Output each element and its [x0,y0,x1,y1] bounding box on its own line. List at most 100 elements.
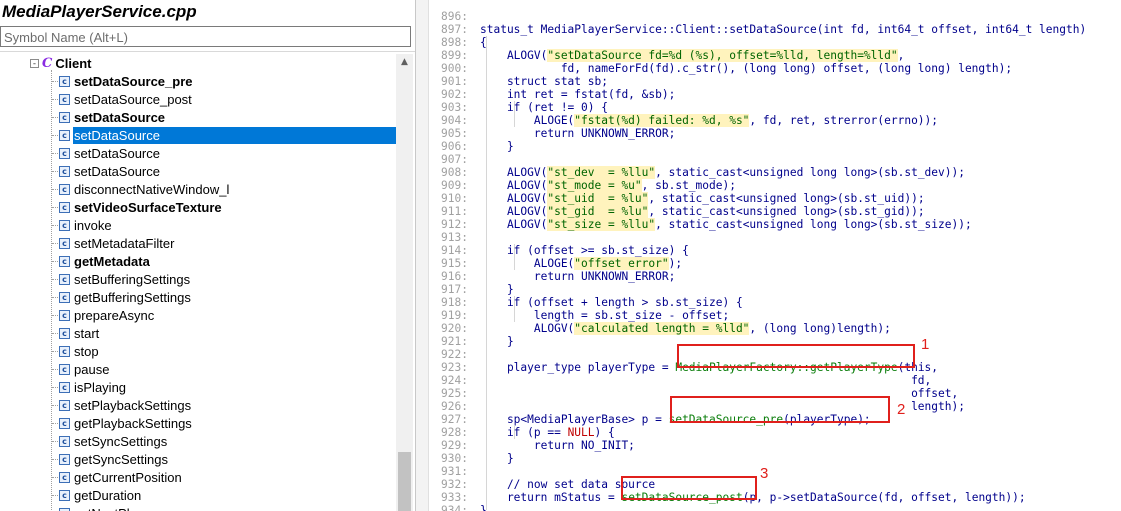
tree-item[interactable]: c invoke [52,216,396,234]
line-number: 897: [441,23,468,36]
highlight-box [670,396,890,423]
tree-item-label: setPlaybackSettings [74,397,192,413]
code-token: "offset error" [574,257,669,270]
code-token: ALOGV( [480,192,548,205]
line-number: 930: [441,452,468,465]
tree-item[interactable]: c setBufferingSettings [52,270,396,288]
line-number: 901: [441,75,468,88]
tree-item[interactable]: c getSyncSettings [52,450,396,468]
line-number: 919: [441,309,468,322]
tree-item[interactable]: c stop [52,342,396,360]
symbol-search-input[interactable] [1,28,410,47]
code-line: 905: return UNKNOWN_ERROR; [428,127,1121,140]
code-token: ALOGE( [480,114,575,127]
line-number: 911: [441,205,468,218]
line-number: 933: [441,491,468,504]
code-token: return mStatus = [480,491,622,504]
line-number: 904: [441,114,468,127]
tree-connector [52,476,58,478]
code-editor[interactable]: 896: 897: status_t MediaPlayerService::Cli… [416,0,1121,511]
code-token: , sb.st_mode); [641,179,736,192]
tree-item-label: stop [74,343,99,359]
tree-connector [52,152,58,154]
line-number: 934: [441,504,468,511]
code-token: (p, p->setDataSource(fd, offset, length)… [742,491,1026,504]
method-icon: c [59,363,70,375]
scroll-up-arrow-icon[interactable]: ▲ [396,54,413,71]
tree-item[interactable]: c prepareAsync [52,306,396,324]
tree-item[interactable]: c setPlaybackSettings [52,396,396,414]
tree-item[interactable]: c start [52,324,396,342]
code-line: 899: ALOGV("setDataSource fd=%d (%s), of… [428,49,1121,62]
tree-item[interactable]: c isPlaying [52,378,396,396]
tree-item[interactable]: c setDataSource [52,144,396,162]
tree-item-label: setSyncSettings [74,433,168,449]
line-number: 925: [441,387,468,400]
code-token: , fd, ret, strerror(errno)); [749,114,939,127]
code-token: "st_uid = %lu" [547,192,649,205]
collapse-toggle-icon[interactable]: - [30,58,39,68]
code-token: } [480,140,514,153]
tree-item[interactable]: c getDuration [52,486,396,504]
tree-item[interactable]: c setDataSource_post [52,90,396,108]
code-token: return NO_INIT; [480,439,635,452]
code-line: 928: if (p == NULL) { [428,426,1121,439]
line-number: 903: [441,101,468,114]
code-token: int ret = fstat(fd, &sb); [480,88,676,101]
code-token: fd, [480,374,932,387]
line-number: 927: [441,413,468,426]
code-area[interactable]: 896: 897: status_t MediaPlayerService::Cli… [428,10,1121,511]
line-number: 921: [441,335,468,348]
code-line: 896: [428,10,1121,23]
method-icon: c [59,381,70,393]
symbol-search-box[interactable] [0,26,411,47]
line-number: 928: [441,426,468,439]
code-token: { [480,36,487,49]
method-icon: c [59,201,70,213]
line-number: 905: [441,127,468,140]
tree-item-label: isPlaying [74,379,127,395]
tree-item-label: getDuration [74,487,142,503]
code-line: 909: ALOGV("st_mode = %u", sb.st_mode); [428,179,1121,192]
line-number: 924: [441,374,468,387]
tree-item[interactable]: csetNextPl [52,504,396,511]
code-token: return UNKNOWN_ERROR; [480,270,676,283]
tree-item[interactable]: c setDataSource [52,162,396,180]
tree-item[interactable]: c disconnectNativeWindow_l [52,180,396,198]
tree-item[interactable]: c setMetadataFilter [52,234,396,252]
tree-item[interactable]: c setDataSource_pre [52,72,396,90]
tree-connector [52,458,58,460]
tree-item[interactable]: c setDataSource [52,126,396,144]
tree-scrollbar[interactable]: ▲ [396,54,413,511]
tree-item-label: getMetadata [74,253,150,269]
method-icon: c [59,111,70,123]
highlight-box [621,476,757,500]
code-line: 924: fd, [428,374,1121,387]
code-line: 913: [428,231,1121,244]
method-icon: c [59,129,70,141]
file-title: MediaPlayerService.cpp [2,2,197,21]
code-token: length = sb.st_size - offset; [480,309,730,322]
code-token: sp<MediaPlayerBase> p = [480,413,669,426]
tree-item[interactable]: c getCurrentPosition [52,468,396,486]
code-token: } [480,283,514,296]
code-line: 920: ALOGV("calculated length = %lld", (… [428,322,1121,335]
tree-node-client[interactable]: - C Client [30,54,91,72]
tree-connector [52,260,58,262]
code-token: , static_cast<unsigned long long>(sb.st_… [655,218,972,231]
method-icon: c [59,453,70,465]
code-line: 934:} [428,504,1121,511]
annotation-number: 2 [897,401,906,418]
method-icon: c [59,75,70,87]
code-line: 897: status_t MediaPlayerService::Client:… [428,23,1121,36]
tree-item[interactable]: c pause [52,360,396,378]
tree-item[interactable]: c setVideoSurfaceTexture [52,198,396,216]
tree-item[interactable]: c getBufferingSettings [52,288,396,306]
tree-item[interactable]: c setDataSource [52,108,396,126]
tree-item[interactable]: c setSyncSettings [52,432,396,450]
code-line: 912: ALOGV("st_size = %llu", static_cast… [428,218,1121,231]
highlight-box [677,344,915,368]
tree-item[interactable]: c getMetadata [52,252,396,270]
scrollbar-thumb[interactable] [398,452,411,511]
tree-item[interactable]: c getPlaybackSettings [52,414,396,432]
